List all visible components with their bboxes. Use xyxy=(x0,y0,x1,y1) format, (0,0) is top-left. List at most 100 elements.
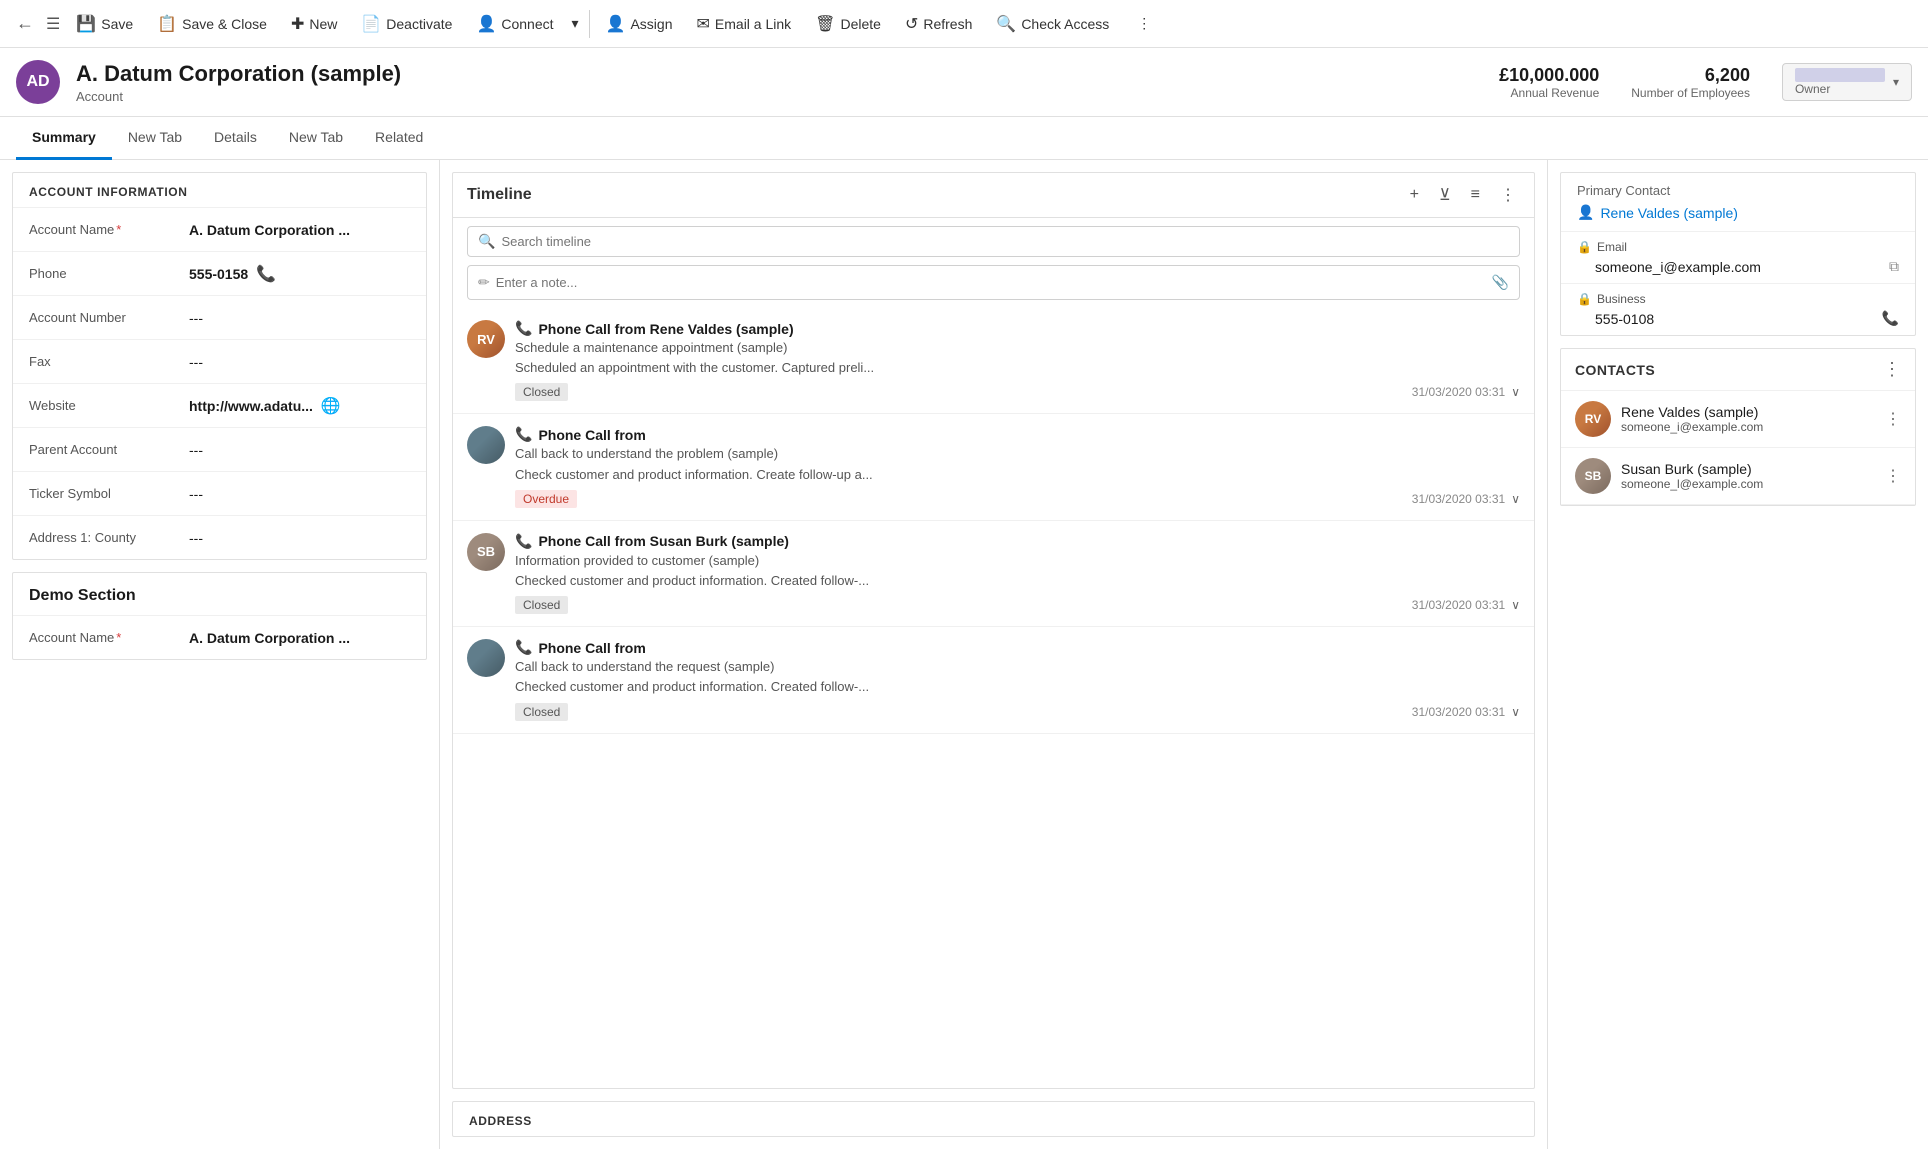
email-link-button[interactable]: ✉ Email a Link xyxy=(685,0,804,48)
timeline-more-button[interactable]: ⋮ xyxy=(1496,183,1520,207)
timeline-item: RV 📞 Phone Call from Rene Valdes (sample… xyxy=(453,308,1534,414)
status-badge-closed: Closed xyxy=(515,703,568,721)
timeline-date: 31/03/2020 03:31 xyxy=(1412,598,1505,612)
contact-item-more-button[interactable]: ⋮ xyxy=(1885,409,1901,429)
expand-button[interactable]: ∨ xyxy=(1511,385,1520,399)
contact-email: someone_i@example.com xyxy=(1621,420,1875,434)
contacts-more-button[interactable]: ⋮ xyxy=(1883,359,1901,380)
timeline-item-footer: Overdue 31/03/2020 03:31 ∨ xyxy=(515,490,1520,508)
more-button[interactable]: ⋮ xyxy=(1125,0,1163,48)
field-label-fax: Fax xyxy=(29,354,189,369)
refresh-button[interactable]: ↺ Refresh xyxy=(893,0,984,48)
header: AD A. Datum Corporation (sample) Account… xyxy=(0,48,1928,117)
contact-email-value: someone_i@example.com ⧉ xyxy=(1577,258,1899,275)
owner-block[interactable]: Owner ▾ xyxy=(1782,63,1912,101)
timeline-search-input[interactable] xyxy=(501,234,1509,249)
connect-chevron-button[interactable]: ▾ xyxy=(566,0,585,48)
contact-item-more-button[interactable]: ⋮ xyxy=(1885,466,1901,486)
contact-name[interactable]: Rene Valdes (sample) xyxy=(1621,404,1875,420)
save-close-button[interactable]: 📋 Save & Close xyxy=(145,0,279,48)
lock-icon-2: 🔒 xyxy=(1577,292,1592,306)
new-button[interactable]: ✚ New xyxy=(279,0,349,48)
phone-call-icon-right[interactable]: 📞 xyxy=(1882,310,1899,327)
field-label-address-county: Address 1: County xyxy=(29,530,189,545)
field-account-name: Account Name* A. Datum Corporation ... xyxy=(13,207,426,251)
timeline-item-desc1: Information provided to customer (sample… xyxy=(515,552,1520,570)
status-badge-closed: Closed xyxy=(515,596,568,614)
tab-details[interactable]: Details xyxy=(198,117,273,160)
contact-item: SB Susan Burk (sample) someone_l@example… xyxy=(1561,448,1915,505)
avatar-unknown-2 xyxy=(467,639,505,677)
field-value-parent-account: --- xyxy=(189,442,410,458)
timeline-sort-button[interactable]: ≡ xyxy=(1467,184,1484,206)
field-phone: Phone 555-0158 📞 xyxy=(13,251,426,295)
timeline-date: 31/03/2020 03:31 xyxy=(1412,492,1505,506)
connect-icon: 👤 xyxy=(476,14,496,34)
attachment-icon[interactable]: 📎 xyxy=(1492,274,1509,291)
primary-contact-link[interactable]: 👤 Rene Valdes (sample) xyxy=(1561,204,1915,231)
field-value-website[interactable]: http://www.adatu... 🌐 xyxy=(189,396,410,416)
expand-button[interactable]: ∨ xyxy=(1511,705,1520,719)
header-title-block: A. Datum Corporation (sample) Account xyxy=(76,61,1483,104)
back-button[interactable]: ← xyxy=(8,13,42,34)
email-link-icon: ✉ xyxy=(697,14,710,34)
timeline-add-button[interactable]: + xyxy=(1406,184,1423,206)
contact-item: RV Rene Valdes (sample) someone_i@exampl… xyxy=(1561,391,1915,448)
timeline-search: 🔍 xyxy=(467,226,1520,257)
breadcrumb-icon[interactable]: ☰ xyxy=(42,14,64,34)
middle-panel: Timeline + ⊻ ≡ ⋮ 🔍 ✏ 📎 R xyxy=(440,160,1548,1149)
check-access-button[interactable]: 🔍 Check Access xyxy=(984,0,1121,48)
connect-button[interactable]: 👤 Connect xyxy=(464,0,565,48)
field-value-account-name[interactable]: A. Datum Corporation ... xyxy=(189,222,410,238)
timeline-filter-button[interactable]: ⊻ xyxy=(1435,183,1455,207)
save-button[interactable]: 💾 Save xyxy=(64,0,145,48)
tab-summary[interactable]: Summary xyxy=(16,117,112,160)
contact-name[interactable]: Susan Burk (sample) xyxy=(1621,461,1875,477)
avatar-unknown-1 xyxy=(467,426,505,464)
contact-info: Susan Burk (sample) someone_l@example.co… xyxy=(1621,461,1875,491)
lock-icon: 🔒 xyxy=(1577,240,1592,254)
delete-button[interactable]: 🗑 Delete xyxy=(803,0,893,48)
field-parent-account: Parent Account --- xyxy=(13,427,426,471)
field-label-demo-account-name: Account Name* xyxy=(29,630,189,645)
field-label-website: Website xyxy=(29,398,189,413)
timeline-date: 31/03/2020 03:31 xyxy=(1412,705,1505,719)
timeline-item: 📞 Phone Call from Call back to understan… xyxy=(453,414,1534,520)
assign-button[interactable]: 👤 Assign xyxy=(594,0,685,48)
field-address-county: Address 1: County --- xyxy=(13,515,426,559)
expand-button[interactable]: ∨ xyxy=(1511,598,1520,612)
assign-icon: 👤 xyxy=(606,14,626,34)
owner-chevron-icon: ▾ xyxy=(1893,75,1899,89)
timeline-header: Timeline + ⊻ ≡ ⋮ xyxy=(453,173,1534,218)
copy-email-icon[interactable]: ⧉ xyxy=(1889,258,1899,275)
tab-newtab2[interactable]: New Tab xyxy=(273,117,359,160)
expand-button[interactable]: ∨ xyxy=(1511,492,1520,506)
field-label-ticker-symbol: Ticker Symbol xyxy=(29,486,189,501)
phone-call-icon: 📞 xyxy=(515,533,532,550)
field-website: Website http://www.adatu... 🌐 xyxy=(13,383,426,427)
avatar-rene: RV xyxy=(1575,401,1611,437)
search-icon: 🔍 xyxy=(478,233,495,250)
globe-icon[interactable]: 🌐 xyxy=(321,396,341,416)
address-section-header: ADDRESS xyxy=(453,1102,1534,1136)
tab-newtab1[interactable]: New Tab xyxy=(112,117,198,160)
toolbar: ← ☰ 💾 Save 📋 Save & Close ✚ New 📄 Deacti… xyxy=(0,0,1928,48)
primary-contact-card: Primary Contact 👤 Rene Valdes (sample) 🔒… xyxy=(1560,172,1916,336)
timeline-date: 31/03/2020 03:31 xyxy=(1412,385,1505,399)
note-input[interactable] xyxy=(496,275,1486,290)
contact-email-label: 🔒 Email xyxy=(1577,240,1899,254)
field-value-demo-account-name[interactable]: A. Datum Corporation ... xyxy=(189,630,410,646)
employees-value: 6,200 xyxy=(1631,65,1750,86)
left-panel: ACCOUNT INFORMATION Account Name* A. Dat… xyxy=(0,160,440,1149)
phone-icon[interactable]: 📞 xyxy=(256,264,276,284)
timeline-item-footer: Closed 31/03/2020 03:31 ∨ xyxy=(515,596,1520,614)
field-value-phone[interactable]: 555-0158 📞 xyxy=(189,264,410,284)
deactivate-button[interactable]: 📄 Deactivate xyxy=(349,0,464,48)
contacts-header: CONTACTS ⋮ xyxy=(1561,349,1915,391)
save-close-icon: 📋 xyxy=(157,14,177,34)
tab-related[interactable]: Related xyxy=(359,117,439,160)
contact-record-icon: 👤 xyxy=(1577,204,1594,221)
timeline-item-content: 📞 Phone Call from Call back to understan… xyxy=(515,639,1520,720)
contact-business-detail: 🔒 Business 555-0108 📞 xyxy=(1561,283,1915,335)
field-account-number: Account Number --- xyxy=(13,295,426,339)
